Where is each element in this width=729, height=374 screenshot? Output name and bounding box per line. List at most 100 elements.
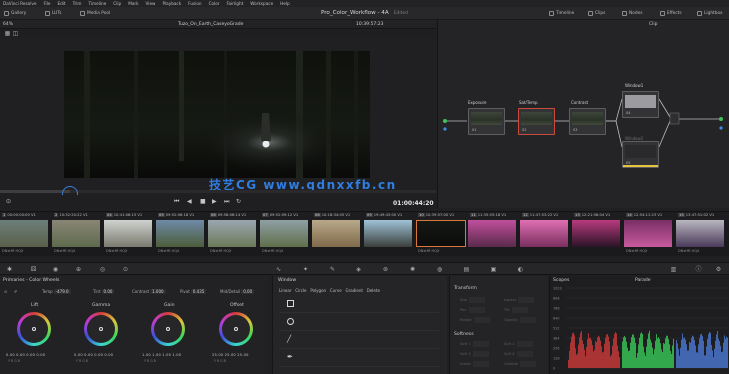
rgb-mixer-icon[interactable]: ⊕ — [75, 266, 82, 273]
node-exposure[interactable]: 01 — [468, 108, 505, 135]
clip-thumbnail[interactable] — [624, 220, 674, 247]
warper-icon[interactable]: ✦ — [302, 266, 309, 273]
menu-item-edit[interactable]: Edit — [57, 1, 65, 6]
tracker-icon[interactable]: ⊛ — [382, 266, 389, 273]
curves-icon[interactable]: ∿ — [275, 266, 282, 273]
menu-item-fairlight[interactable]: Fairlight — [227, 1, 244, 6]
soft2-field[interactable]: Soft 2 — [504, 341, 533, 347]
last-frame-icon[interactable]: ⏭ — [224, 198, 229, 206]
circle-tool[interactable]: Circle — [295, 288, 306, 293]
video-viewer[interactable] — [64, 51, 370, 178]
first-frame-icon[interactable]: ⏮ — [174, 198, 179, 206]
compare-icon[interactable]: ◫ — [12, 30, 19, 37]
window-row-circle[interactable] — [279, 313, 439, 331]
3d-icon[interactable]: ◐ — [517, 266, 524, 273]
mid-detail-control[interactable]: Mid/Detail 0.00 — [220, 289, 255, 297]
key-icon[interactable]: ▤ — [463, 266, 470, 273]
picker-icon[interactable]: ✐ — [14, 289, 17, 297]
loop-icon[interactable]: ↻ — [236, 198, 241, 205]
blur-icon[interactable]: ◍ — [436, 266, 443, 273]
sizing-icon[interactable]: ▣ — [490, 266, 497, 273]
pivot-control[interactable]: Pivot 0.435 — [180, 289, 207, 297]
menu-item-trim[interactable]: Trim — [73, 1, 82, 6]
clip-thumbnail[interactable] — [260, 220, 310, 247]
gamma-handle[interactable] — [99, 327, 103, 331]
menu-item-color[interactable]: Color — [209, 1, 220, 6]
node-window1[interactable]: 04 — [622, 91, 659, 118]
menu-item-davinci-resolve[interactable]: DaVinci Resolve — [3, 1, 36, 6]
node-sat-temp[interactable]: 02 — [518, 108, 555, 135]
clip-thumbnail[interactable] — [572, 220, 622, 247]
gain-wheel[interactable] — [151, 312, 185, 346]
scope-mode-select[interactable]: Parade — [635, 278, 651, 283]
timeline-button[interactable]: Timeline — [549, 10, 574, 17]
window-row-linear[interactable] — [279, 295, 439, 313]
polygon-tool[interactable]: Polygon — [310, 288, 326, 293]
menu-item-mark[interactable]: Mark — [128, 1, 138, 6]
clip-thumbnail[interactable] — [104, 220, 154, 247]
offset-wheel[interactable] — [219, 312, 253, 346]
window-row-polygon[interactable]: ╱ — [279, 331, 439, 349]
curve-tool[interactable]: Curve — [330, 288, 342, 293]
lightbox-button[interactable]: Lightbox — [697, 10, 723, 17]
lift-handle[interactable] — [32, 327, 36, 331]
tilt-field[interactable]: Tilt — [504, 307, 528, 313]
node-window2[interactable]: 05 — [622, 141, 659, 168]
clip-thumbnail[interactable] — [364, 220, 414, 247]
clip-thumbnail[interactable] — [312, 220, 362, 247]
clip-thumbnail[interactable] — [676, 220, 726, 247]
info-icon[interactable]: ⓘ — [695, 266, 702, 273]
color-match-icon[interactable]: ⚄ — [30, 266, 37, 273]
menu-item-help[interactable]: Help — [280, 1, 290, 6]
tint-control[interactable]: Tint 0.00 — [93, 289, 115, 297]
scopes-toggle-icon[interactable]: ▥ — [670, 266, 677, 273]
temp-control[interactable]: Temp -479.0 — [42, 289, 71, 297]
play-icon[interactable]: ▶ — [212, 198, 217, 205]
inside-field[interactable]: Inside — [460, 361, 489, 367]
contrast-control[interactable]: Contrast 1.000 — [132, 289, 166, 297]
window-row-curve[interactable]: ✒ — [279, 349, 439, 367]
menu-item-file[interactable]: File — [43, 1, 50, 6]
rotate-field[interactable]: Rotate — [460, 317, 490, 323]
menu-item-fusion[interactable]: Fusion — [188, 1, 201, 6]
clips-button[interactable]: Clips — [588, 10, 605, 17]
nodes-button[interactable]: Nodes — [622, 10, 642, 17]
settings-icon[interactable]: ⚙ — [715, 266, 722, 273]
lift-wheel[interactable] — [17, 312, 51, 346]
motion-effects-icon[interactable]: ◎ — [99, 266, 106, 273]
soft3-field[interactable]: Soft 3 — [460, 351, 489, 357]
clip-name[interactable]: Tuzo_On_Earth_CaseyoGrade — [178, 22, 243, 27]
stop-icon[interactable]: ■ — [200, 198, 206, 205]
reverse-play-icon[interactable]: ◀ — [187, 198, 192, 205]
node-editor[interactable]: Clip Exposure 01 Sat/Temp 02 Contrast 03… — [437, 20, 729, 208]
magic-mask-icon[interactable]: ✺ — [409, 266, 416, 273]
clip-thumbnail[interactable] — [156, 220, 206, 247]
delete-tool[interactable]: Delete — [367, 288, 380, 293]
linear-tool[interactable]: Linear — [279, 288, 291, 293]
menu-item-view[interactable]: View — [146, 1, 156, 6]
clip-thumbnail[interactable] — [468, 220, 518, 247]
clip-thumbnail[interactable] — [52, 220, 102, 247]
grid-icon[interactable]: ▦ — [4, 30, 11, 37]
opacity-field[interactable]: Opacity — [504, 317, 536, 323]
reset-icon[interactable]: ⊙ — [4, 289, 7, 297]
outside-field[interactable]: Outside — [504, 361, 536, 367]
zoom-level[interactable]: 64% — [3, 22, 13, 27]
effects-button[interactable]: Effects — [660, 10, 682, 17]
clip-thumbnail[interactable] — [416, 220, 466, 247]
window-tool-icon[interactable]: ◈ — [355, 266, 362, 273]
menu-item-playback[interactable]: Playback — [162, 1, 181, 6]
size-field[interactable]: Size — [460, 297, 486, 303]
playhead-mode-icon[interactable]: ⊙ — [6, 198, 11, 205]
clip-thumbnail[interactable] — [520, 220, 570, 247]
hdr-icon[interactable]: ⊙ — [122, 266, 129, 273]
node-contrast[interactable]: 03 — [569, 108, 606, 135]
soft4-field[interactable]: Soft 4 — [504, 351, 533, 357]
pan-field[interactable]: Pan — [460, 307, 485, 313]
menu-item-workspace[interactable]: Workspace — [250, 1, 273, 6]
gradient-tool[interactable]: Gradient — [346, 288, 363, 293]
clip-thumbnail[interactable] — [0, 220, 50, 247]
soft1-field[interactable]: Soft 1 — [460, 341, 489, 347]
color-wheels-icon[interactable]: ◉ — [52, 266, 59, 273]
camera-raw-icon[interactable]: ✱ — [6, 266, 13, 273]
